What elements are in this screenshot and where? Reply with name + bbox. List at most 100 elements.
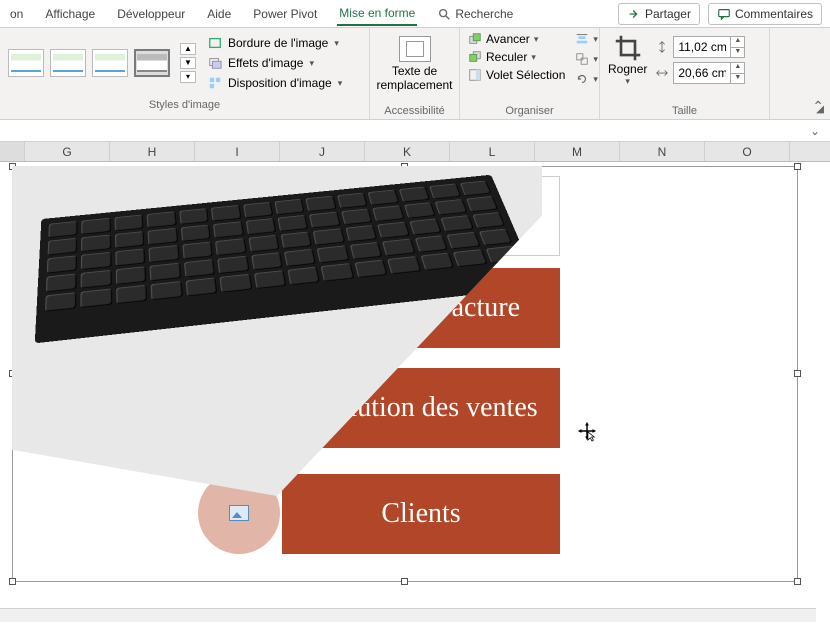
- chevron-down-icon: ▾: [534, 34, 539, 45]
- chevron-down-icon: ▾: [309, 58, 314, 69]
- style-thumb-2[interactable]: [50, 49, 86, 77]
- chevron-down-icon: ▾: [593, 34, 598, 45]
- width-down[interactable]: ▼: [730, 73, 744, 83]
- formula-bar[interactable]: ⌄: [0, 120, 830, 142]
- crop-label: Rogner: [608, 62, 647, 76]
- horizontal-scrollbar[interactable]: [0, 608, 816, 622]
- align-button[interactable]: ▾: [575, 32, 598, 46]
- col-o[interactable]: O: [705, 142, 790, 161]
- ribbon-tabs: on Affichage Développeur Aide Power Pivo…: [0, 0, 830, 28]
- card-text: Clients: [381, 499, 460, 530]
- bring-forward-button[interactable]: Avancer ▾: [468, 32, 565, 46]
- style-thumb-1[interactable]: [8, 49, 44, 77]
- col-l[interactable]: L: [450, 142, 535, 161]
- formula-expand-button[interactable]: ⌄: [810, 124, 820, 138]
- image-effects-label: Effets d'image: [228, 56, 303, 70]
- bring-forward-label: Avancer: [486, 32, 530, 46]
- gallery-down[interactable]: ▼: [180, 57, 196, 69]
- search-tab[interactable]: Recherche: [435, 3, 515, 25]
- crop-button[interactable]: Rogner ▾: [608, 34, 647, 87]
- height-up[interactable]: ▲: [730, 37, 744, 47]
- share-button[interactable]: Partager: [618, 3, 700, 25]
- col-k[interactable]: K: [365, 142, 450, 161]
- group-button[interactable]: ▾: [575, 52, 598, 66]
- image-layout-label: Disposition d'image: [228, 76, 332, 90]
- width-spinner[interactable]: ▲▼: [673, 62, 745, 84]
- resize-handle-sw[interactable]: [9, 578, 16, 585]
- chevron-down-icon: ▾: [334, 38, 339, 49]
- col-i[interactable]: I: [195, 142, 280, 161]
- rotate-button[interactable]: ▾: [575, 72, 598, 86]
- group-icon: [575, 52, 589, 66]
- menu-card-clients[interactable]: Clients: [282, 474, 560, 554]
- bring-forward-icon: [468, 32, 482, 46]
- share-label: Partager: [645, 7, 691, 21]
- search-label: Recherche: [455, 7, 513, 21]
- height-input[interactable]: [674, 38, 730, 56]
- image-layout-button[interactable]: Disposition d'image ▾: [208, 76, 342, 90]
- ribbon-collapse-button[interactable]: ⌃: [812, 98, 824, 115]
- select-all-corner[interactable]: [0, 142, 25, 161]
- resize-handle-s[interactable]: [401, 578, 408, 585]
- search-icon: [437, 7, 451, 21]
- selection-pane-button[interactable]: Volet Sélection: [468, 68, 565, 82]
- image-border-button[interactable]: Bordure de l'image ▾: [208, 36, 342, 50]
- organize-label: Organiser: [468, 103, 591, 117]
- chevron-down-icon: ▾: [625, 76, 630, 87]
- selection-pane-icon: [468, 68, 482, 82]
- border-icon: [208, 36, 222, 50]
- effects-icon: [208, 56, 222, 70]
- picture-placeholder-icon: [229, 505, 249, 521]
- worksheet-area[interactable]: ue acture Évolution des ventes Clients: [0, 162, 830, 622]
- style-gallery[interactable]: ▲ ▼ ▾: [8, 36, 196, 90]
- tab-mise-en-forme[interactable]: Mise en forme: [337, 2, 417, 26]
- size-group: Rogner ▾ ▲▼ ▲▼: [600, 28, 770, 119]
- tab-aide[interactable]: Aide: [205, 3, 233, 25]
- alt-text-label: Texte de remplacement: [376, 64, 452, 92]
- image-effects-button[interactable]: Effets d'image ▾: [208, 56, 342, 70]
- col-h[interactable]: H: [110, 142, 195, 161]
- share-icon: [627, 7, 641, 21]
- height-spinner[interactable]: ▲▼: [673, 36, 745, 58]
- chevron-down-icon: ▾: [593, 74, 598, 85]
- height-icon: [655, 40, 669, 54]
- style-thumb-4[interactable]: [134, 49, 170, 77]
- style-thumb-3[interactable]: [92, 49, 128, 77]
- size-label: Taille: [608, 103, 761, 117]
- tab-unknown[interactable]: on: [8, 3, 25, 25]
- tab-powerpivot[interactable]: Power Pivot: [251, 3, 319, 25]
- crop-icon: [614, 34, 642, 62]
- send-backward-label: Reculer: [486, 50, 527, 64]
- gallery-more[interactable]: ▾: [180, 71, 196, 83]
- alt-text-button[interactable]: Texte de remplacement: [376, 36, 452, 92]
- col-n[interactable]: N: [620, 142, 705, 161]
- send-backward-button[interactable]: Reculer ▾: [468, 50, 565, 64]
- image-styles-group: ▲ ▼ ▾ Bordure de l'image ▾ Effets d'image…: [0, 28, 370, 119]
- ribbon-body: ▲ ▼ ▾ Bordure de l'image ▾ Effets d'image…: [0, 28, 830, 120]
- alt-text-icon: [399, 36, 431, 62]
- send-backward-icon: [468, 50, 482, 64]
- height-down[interactable]: ▼: [730, 47, 744, 57]
- col-m[interactable]: M: [535, 142, 620, 161]
- comments-label: Commentaires: [735, 7, 813, 21]
- resize-handle-ne[interactable]: [794, 163, 801, 170]
- column-headers: G H I J K L M N O: [0, 142, 830, 162]
- resize-handle-e[interactable]: [794, 370, 801, 377]
- styles-group-label: Styles d'image: [8, 97, 361, 111]
- col-g[interactable]: G: [25, 142, 110, 161]
- image-border-label: Bordure de l'image: [228, 36, 328, 50]
- width-up[interactable]: ▲: [730, 63, 744, 73]
- col-j[interactable]: J: [280, 142, 365, 161]
- tab-affichage[interactable]: Affichage: [43, 3, 97, 25]
- tab-developpeur[interactable]: Développeur: [115, 3, 187, 25]
- chevron-down-icon: ▾: [338, 78, 343, 89]
- width-input[interactable]: [674, 64, 730, 82]
- width-icon: [655, 66, 669, 80]
- selection-pane-label: Volet Sélection: [486, 68, 565, 82]
- resize-handle-se[interactable]: [794, 578, 801, 585]
- chevron-down-icon: ▾: [531, 52, 536, 63]
- organize-group: Avancer▾ Reculer▾ Volet Sélection ▾ ▾ ▾ …: [460, 28, 600, 119]
- align-icon: [575, 32, 589, 46]
- gallery-up[interactable]: ▲: [180, 43, 196, 55]
- comments-button[interactable]: Commentaires: [708, 3, 822, 25]
